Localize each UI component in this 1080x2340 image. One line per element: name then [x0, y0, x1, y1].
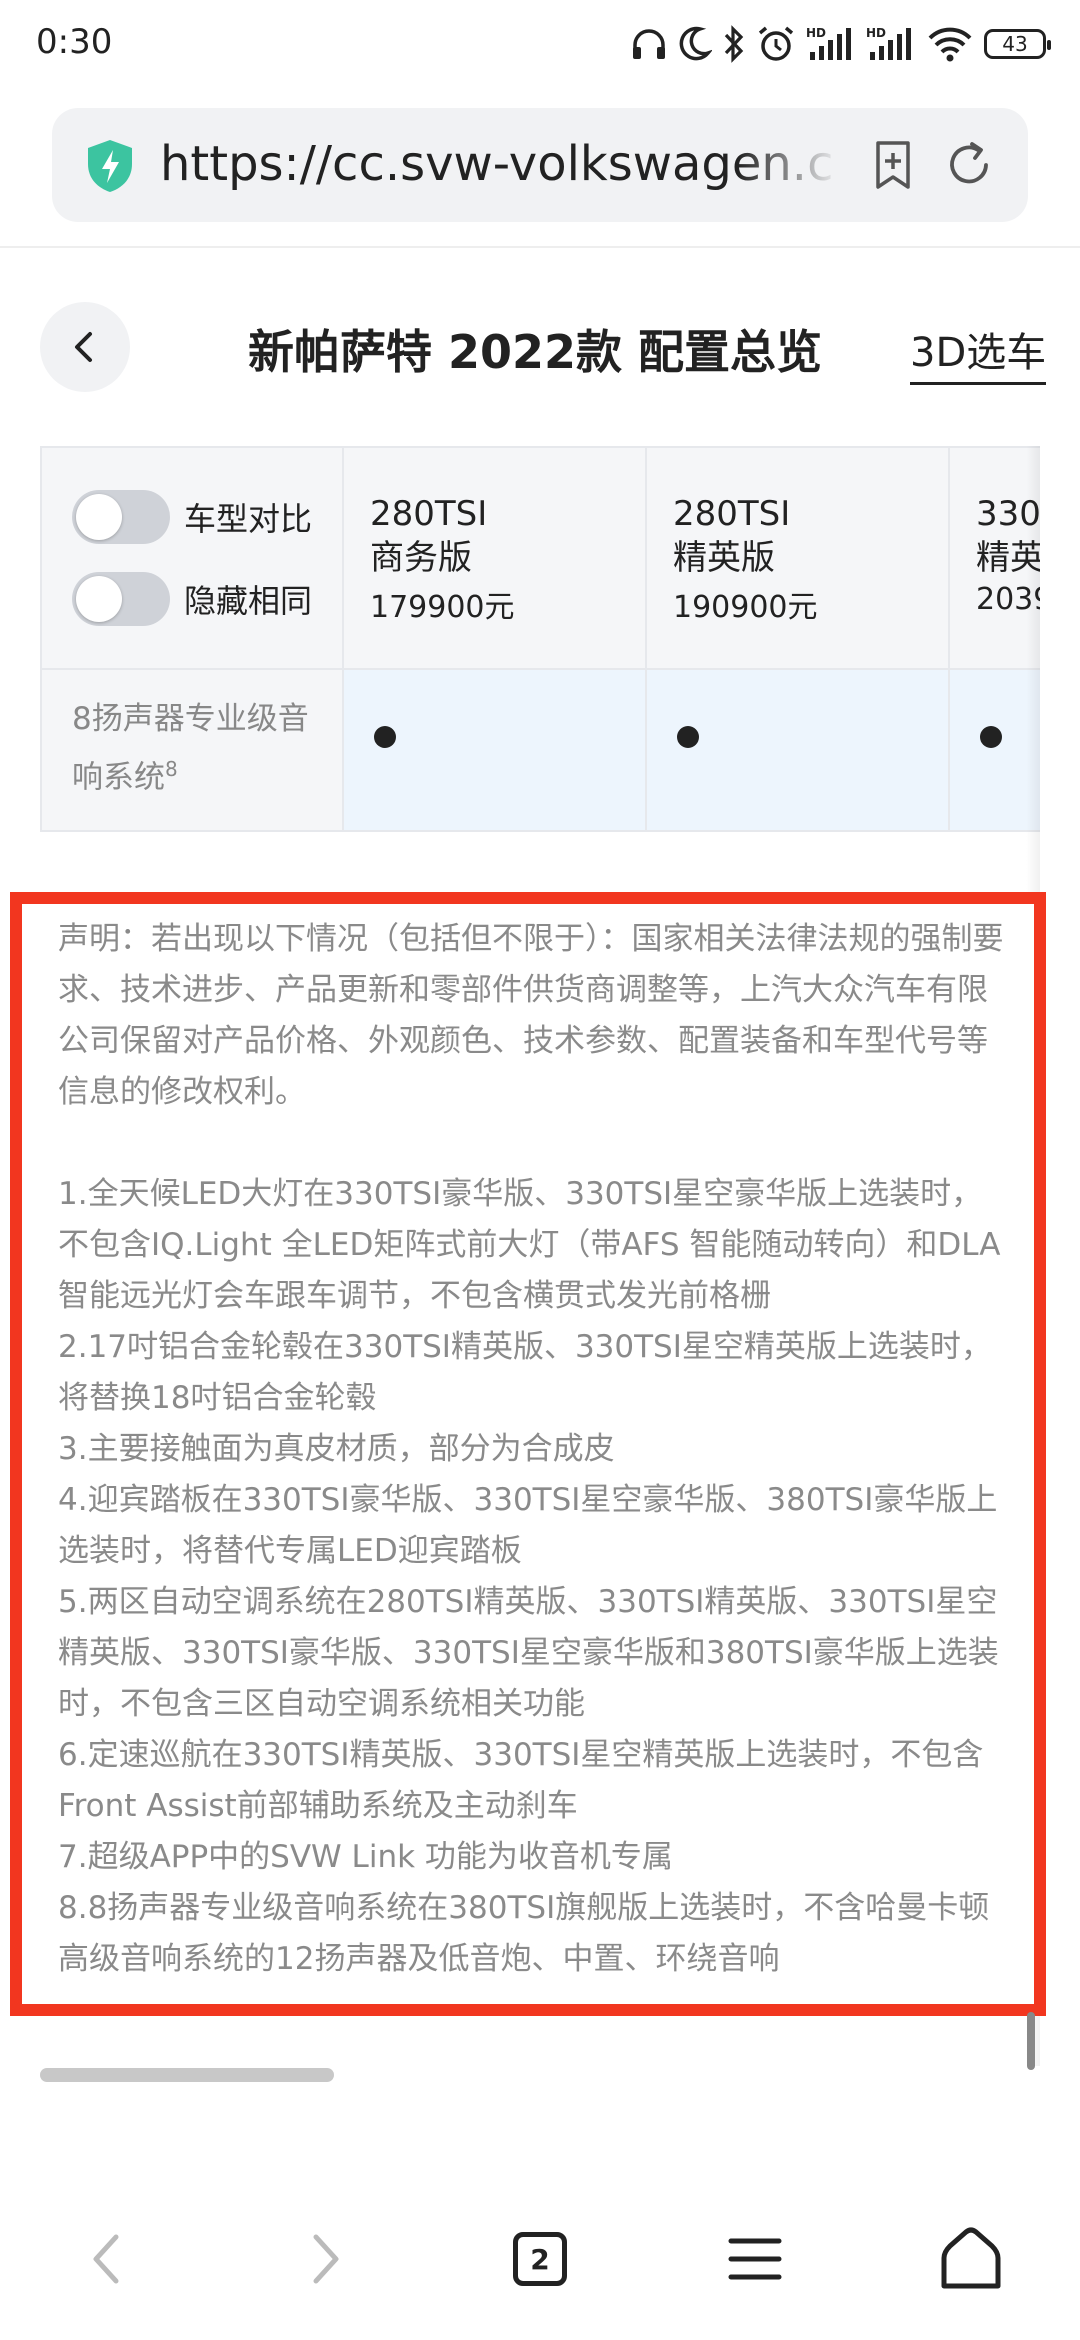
- toggle-knob: [76, 494, 122, 540]
- page-title: 新帕萨特 2022款 配置总览: [248, 325, 823, 379]
- headphones-icon: [633, 29, 665, 59]
- feature-label-cell: 8扬声器专业级音响系统8: [40, 670, 344, 832]
- toolbar-divider: [0, 246, 1080, 248]
- footnote-item: 4.迎宾踏板在330TSI豪华版、330TSI星空豪华版、380TSI豪华版上选…: [58, 1482, 998, 1569]
- battery-icon: 43: [984, 29, 1051, 59]
- disclaimer-intro: 声明：若出现以下情况（包括但不限于）：国家相关法律法规的强制要求、技术进步、产品…: [58, 921, 1004, 1110]
- footnote-item: 7.超级APP中的SVW Link 功能为收音机专属: [58, 1839, 673, 1875]
- model-column-header[interactable]: 280TSI 精英版 190900元: [647, 446, 950, 670]
- model-price: 179900元: [370, 590, 515, 625]
- secure-shield-icon: [88, 140, 132, 192]
- bookmark-add-icon[interactable]: [866, 138, 920, 192]
- standard-dot-icon: [980, 726, 1002, 748]
- footnote-mark: 8: [165, 757, 178, 781]
- model-column-header[interactable]: 280TSI 商务版 179900元: [344, 446, 647, 670]
- toggle-header-cell: 车型对比 隐藏相同: [40, 446, 344, 670]
- status-icons: HD HD 43: [630, 20, 1051, 68]
- status-bar: 0:30 HD HD 43: [0, 0, 1080, 90]
- 3d-select-link[interactable]: 3D选车: [910, 320, 1047, 385]
- footnote-item: 2.17吋铝合金轮毂在330TSI精英版、330TSI星空精英版上选装时，将替换…: [58, 1329, 992, 1416]
- config-table: 车型对比 隐藏相同 280TSI 商务版 179900元 280TSI 精英版 …: [40, 446, 1040, 832]
- footnote-item: 5.两区自动空调系统在280TSI精英版、330TSI精英版、330TSI星空精…: [58, 1584, 999, 1722]
- hd-signal-icon: HD: [806, 26, 851, 60]
- compare-toggle-label: 车型对比: [184, 500, 313, 538]
- standard-dot-icon: [374, 726, 396, 748]
- feature-label-text: 8扬声器专业级音响系统: [72, 701, 309, 796]
- footnote-item: 6.定速巡航在330TSI精英版、330TSI星空精英版上选装时，不包含Fron…: [58, 1737, 984, 1824]
- browser-nav-bar: 2: [0, 2160, 1080, 2340]
- feature-value-cell: [344, 670, 647, 832]
- wifi-icon: [928, 27, 972, 62]
- url-text[interactable]: https://cc.svw-volkswagen.c: [160, 136, 840, 192]
- tabs-button[interactable]: 2: [495, 2214, 585, 2304]
- bluetooth-icon: [724, 25, 744, 63]
- footnote-item: 8.8扬声器专业级音响系统在380TSI旗舰版上选装时，不含哈曼卡顿高级音响系统…: [58, 1890, 990, 1977]
- disclaimer-text: 声明：若出现以下情况（包括但不限于）：国家相关法律法规的强制要求、技术进步、产品…: [58, 914, 1008, 1985]
- home-icon: [941, 2227, 1001, 2289]
- svg-text:HD: HD: [806, 26, 826, 40]
- footnote-item: 1.全天候LED大灯在330TSI豪华版、330TSI星空豪华版上选装时，不包含…: [58, 1176, 1001, 1314]
- hide-same-toggle-row[interactable]: 隐藏相同: [72, 572, 312, 626]
- hd-signal-icon: HD: [866, 26, 911, 60]
- compare-toggle-row[interactable]: 车型对比: [72, 490, 312, 544]
- standard-dot-icon: [677, 726, 699, 748]
- feature-label: 8扬声器专业级音响系统8: [72, 694, 322, 802]
- chevron-left-icon: [75, 332, 92, 362]
- battery-level: 43: [1002, 32, 1028, 56]
- alarm-icon: [758, 26, 794, 61]
- hide-same-toggle[interactable]: [72, 572, 170, 626]
- tabs-icon: 2: [513, 2232, 567, 2286]
- status-time: 0:30: [36, 22, 113, 62]
- model-name: 280TSI 商务版: [370, 494, 488, 578]
- toggle-knob: [76, 576, 122, 622]
- footnote-item: 3.主要接触面为真皮材质，部分为合成皮: [58, 1431, 615, 1467]
- address-bar[interactable]: https://cc.svw-volkswagen.c: [52, 108, 1028, 222]
- nav-forward-button[interactable]: [280, 2214, 370, 2304]
- home-button[interactable]: [926, 2214, 1016, 2304]
- compare-toggle[interactable]: [72, 490, 170, 544]
- forward-icon: [313, 2234, 339, 2284]
- feature-value-cell: [647, 670, 950, 832]
- menu-button[interactable]: [710, 2214, 800, 2304]
- menu-icon: [728, 2238, 782, 2280]
- horizontal-scrollbar[interactable]: [40, 2068, 334, 2082]
- model-price: 190900元: [673, 590, 818, 625]
- model-name: 280TSI 精英版: [673, 494, 791, 578]
- back-icon: [93, 2234, 119, 2284]
- back-button[interactable]: [40, 302, 130, 392]
- moon-icon: [679, 26, 712, 61]
- reload-icon[interactable]: [942, 138, 996, 192]
- nav-back-button[interactable]: [62, 2214, 152, 2304]
- vertical-scrollbar[interactable]: [1027, 2012, 1035, 2070]
- svg-text:HD: HD: [866, 26, 886, 40]
- hide-same-toggle-label: 隐藏相同: [184, 582, 313, 620]
